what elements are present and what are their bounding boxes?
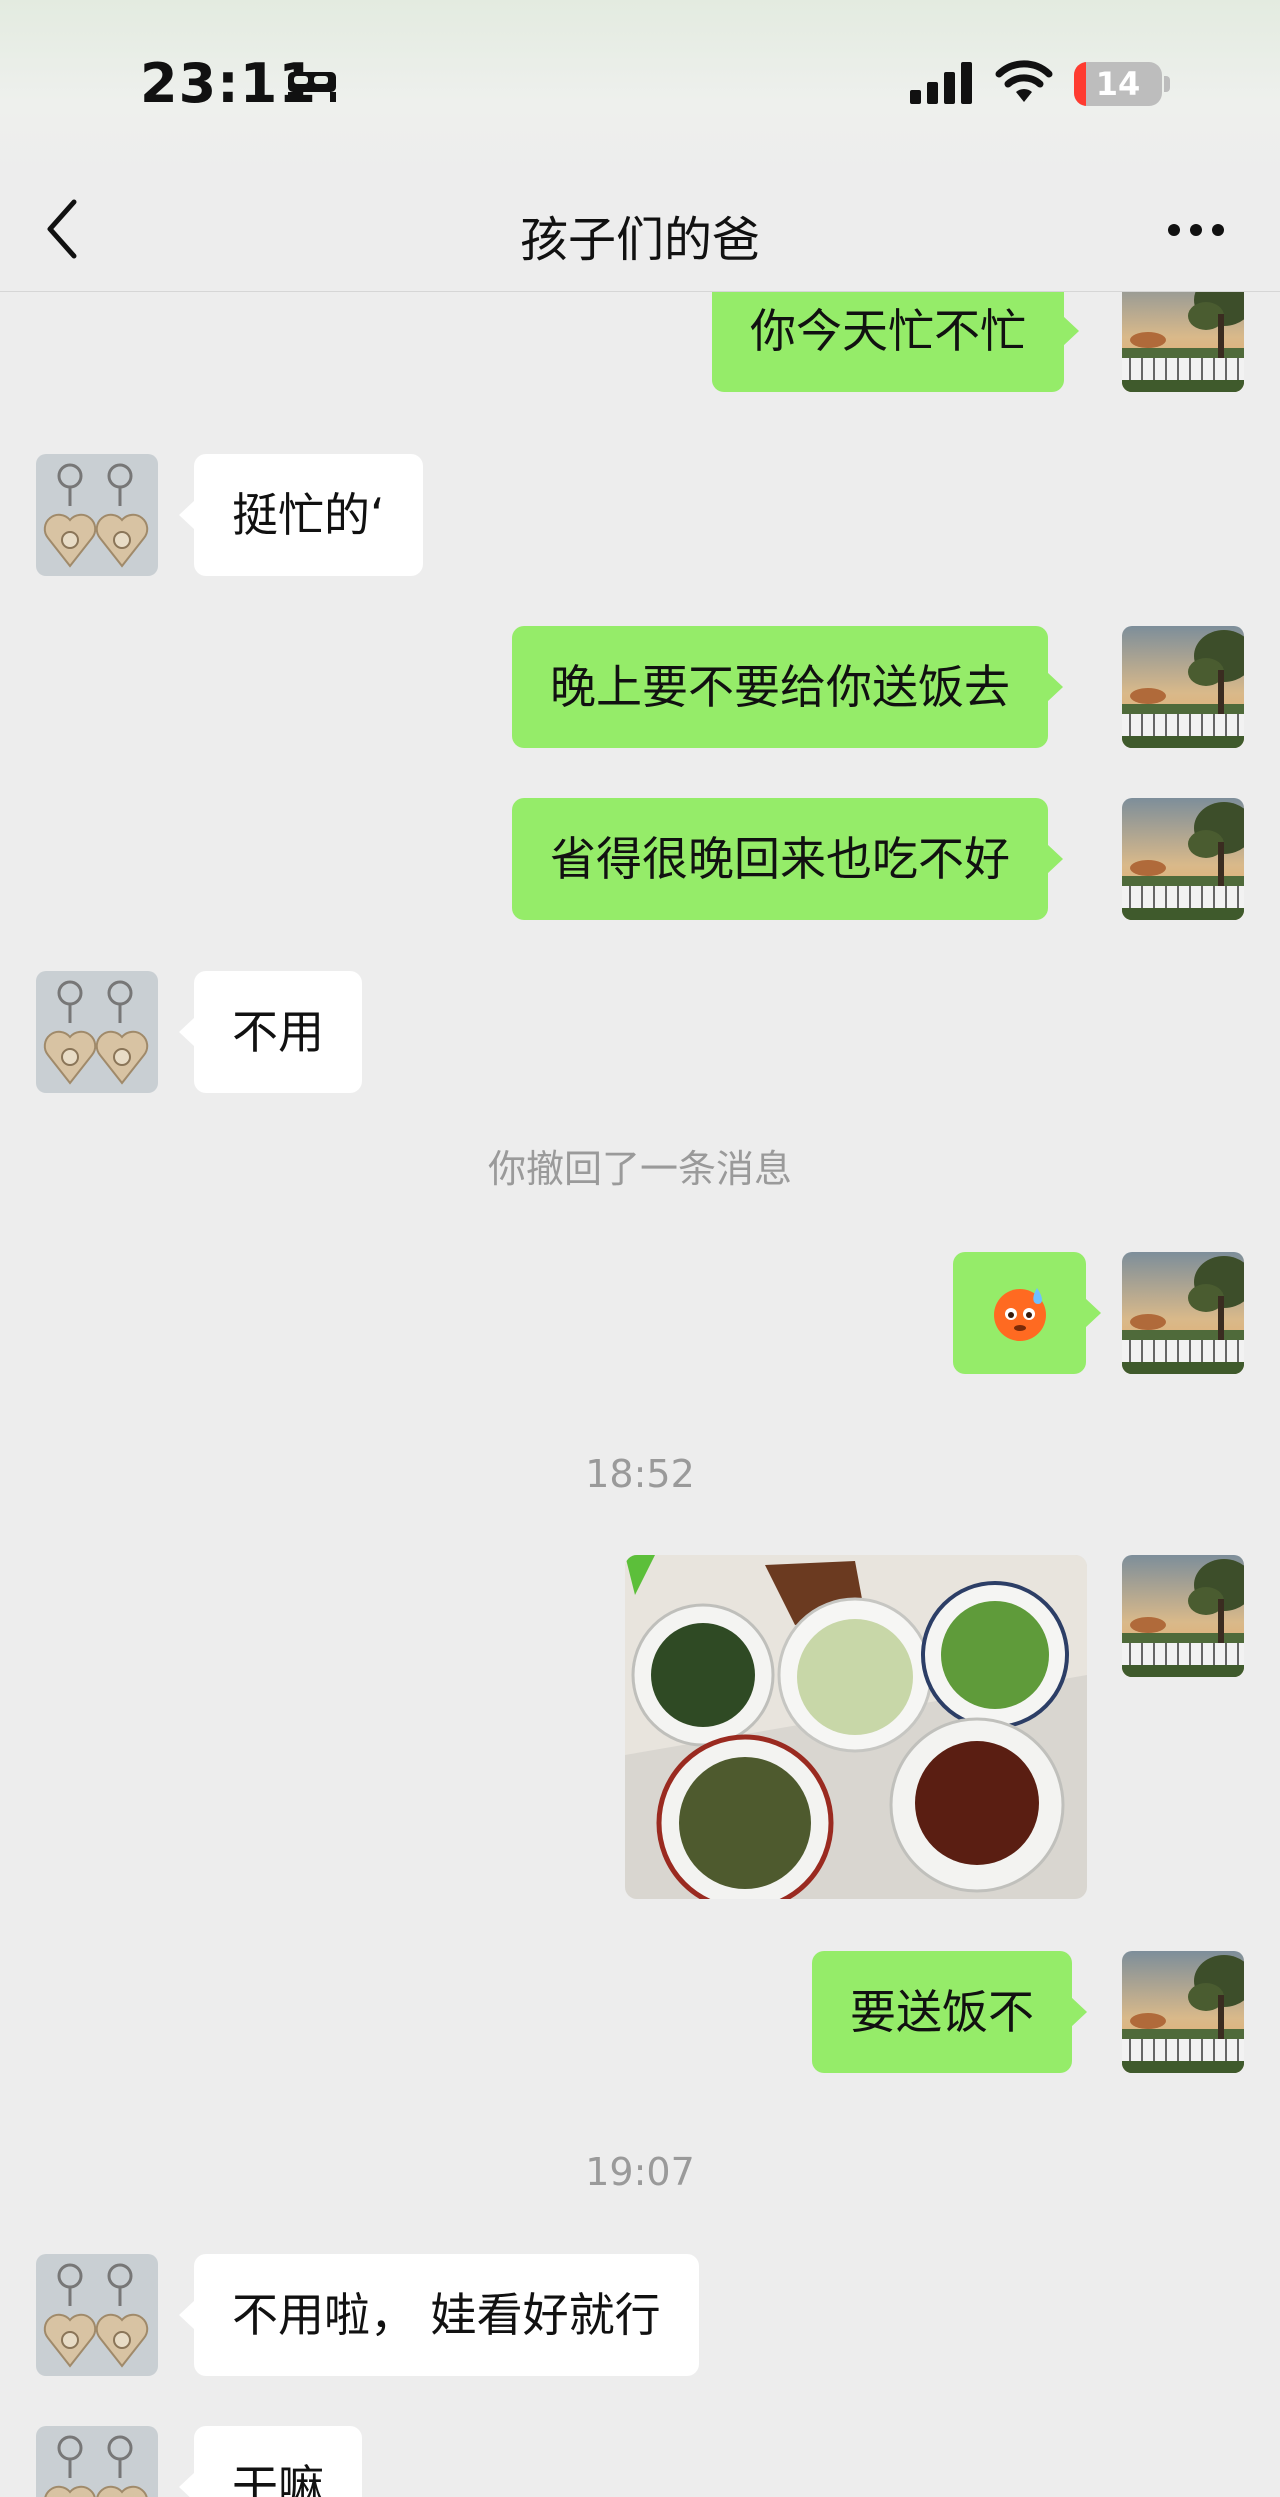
status-bar: 23:11 14 bbox=[0, 0, 1280, 170]
food-photo-message[interactable] bbox=[625, 1555, 1087, 1899]
anxious-sweat-face-emoji bbox=[994, 1288, 1046, 1341]
chat-header: 孩子们的爸 bbox=[0, 170, 1280, 292]
more-dots-icon[interactable] bbox=[1166, 222, 1226, 238]
timestamp-divider: 18:52 bbox=[585, 1452, 695, 1496]
message-bubble-incoming[interactable]: 不用啦， 娃看好就行 bbox=[179, 2254, 699, 2376]
chat-title: 孩子们的爸 bbox=[519, 212, 760, 268]
wifi-icon bbox=[995, 60, 1053, 102]
bed-icon bbox=[288, 72, 336, 102]
battery-percent: 14 bbox=[1095, 65, 1141, 103]
my-avatar[interactable] bbox=[1122, 798, 1244, 920]
contact-avatar[interactable] bbox=[36, 454, 158, 576]
battery-icon: 14 bbox=[1074, 62, 1162, 106]
my-avatar[interactable] bbox=[1122, 1252, 1244, 1374]
message-list[interactable]: 你今天忙不忙 挺忙的‘ 晚上要不要给你送饭去 省得很晚回来也吃不好 不用 你撤回… bbox=[0, 292, 1280, 2497]
cellular-signal-icon bbox=[910, 62, 972, 104]
recall-notice: 你撤回了一条消息 bbox=[487, 1147, 792, 1191]
message-bubble-outgoing[interactable]: 晚上要不要给你送饭去 bbox=[512, 626, 1063, 748]
message-bubble-outgoing[interactable]: 要送饭不 bbox=[812, 1951, 1087, 2073]
my-avatar[interactable] bbox=[1122, 1555, 1244, 1677]
message-bubble-incoming[interactable]: 挺忙的‘ bbox=[179, 454, 423, 576]
message-bubble-incoming[interactable]: 干嘛 bbox=[179, 2426, 362, 2497]
contact-avatar[interactable] bbox=[36, 2426, 158, 2497]
message-bubble-outgoing[interactable]: 省得很晚回来也吃不好 bbox=[512, 798, 1063, 920]
timestamp-divider: 19:07 bbox=[585, 2150, 695, 2194]
food-photo bbox=[625, 1555, 1087, 1899]
my-avatar[interactable] bbox=[1122, 626, 1244, 748]
contact-avatar[interactable] bbox=[36, 971, 158, 1093]
message-bubble-outgoing[interactable] bbox=[953, 1252, 1101, 1374]
my-avatar[interactable] bbox=[1122, 1951, 1244, 2073]
contact-avatar[interactable] bbox=[36, 2254, 158, 2376]
message-bubble-outgoing[interactable]: 你今天忙不忙 bbox=[712, 292, 1079, 392]
message-bubble-incoming[interactable]: 不用 bbox=[179, 971, 362, 1093]
my-avatar[interactable] bbox=[1122, 292, 1244, 392]
battery-tip bbox=[1164, 76, 1170, 92]
